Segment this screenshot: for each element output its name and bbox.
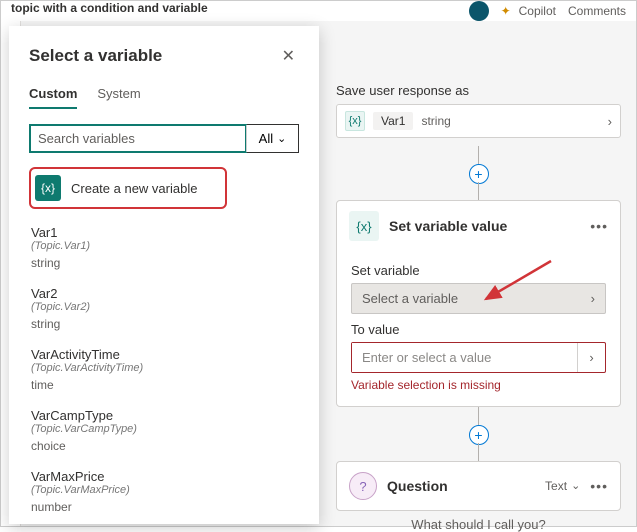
var-path: (Topic.VarMaxPrice): [31, 484, 297, 496]
var-name: Var2: [31, 286, 297, 301]
copilot-button[interactable]: Copilot: [501, 4, 556, 18]
variable-icon: {x}: [35, 175, 61, 201]
chevron-down-icon: [277, 131, 286, 146]
filter-all-dropdown[interactable]: All: [246, 125, 298, 152]
node-title: Question: [387, 478, 535, 494]
chevron-down-icon: [571, 479, 580, 493]
set-variable-node: {x} Set variable value ••• Set variable …: [336, 200, 621, 407]
to-value-picker[interactable]: ›: [577, 343, 605, 372]
var-path: (Topic.Var2): [31, 301, 297, 313]
variable-list-item[interactable]: Var1(Topic.Var1) string: [29, 219, 299, 280]
node-title: Set variable value: [389, 218, 580, 234]
var-type: string: [31, 317, 297, 331]
response-type-dropdown[interactable]: Text: [545, 479, 580, 493]
save-response-label: Save user response as: [336, 83, 621, 98]
close-button[interactable]: ✕: [278, 44, 299, 68]
to-value-input[interactable]: [352, 343, 577, 372]
panel-title: Select a variable: [29, 46, 162, 66]
tab-custom[interactable]: Custom: [29, 86, 77, 109]
tab-system[interactable]: System: [97, 86, 140, 109]
variable-list-item[interactable]: VarMaxPrice(Topic.VarMaxPrice) number: [29, 463, 299, 524]
search-input[interactable]: [30, 125, 246, 152]
var-type: time: [31, 378, 297, 392]
node-more-button[interactable]: •••: [590, 478, 608, 494]
node-more-button[interactable]: •••: [590, 218, 608, 234]
comments-button[interactable]: Comments: [568, 4, 626, 18]
variable-list-item[interactable]: Var2(Topic.Var2) string: [29, 280, 299, 341]
variable-list-item[interactable]: VarActivityTime(Topic.VarActivityTime) ti…: [29, 341, 299, 402]
variable-list-item[interactable]: VarCampType(Topic.VarCampType) choice: [29, 402, 299, 463]
variable-picker-panel: Select a variable ✕ Custom System All {x…: [9, 26, 319, 524]
var-name: VarCampType: [31, 408, 297, 423]
output-var-name: Var1: [373, 112, 413, 130]
to-value-label: To value: [351, 322, 606, 337]
set-variable-label: Set variable: [351, 263, 606, 278]
create-variable-button[interactable]: {x} Create a new variable: [29, 167, 227, 209]
variable-icon: {x}: [345, 111, 365, 131]
save-response-output[interactable]: {x} Var1 string ›: [336, 104, 621, 138]
var-name: Var1: [31, 225, 297, 240]
sparkle-icon: [501, 4, 515, 18]
var-path: (Topic.Var1): [31, 240, 297, 252]
var-type: number: [31, 500, 297, 514]
var-type: choice: [31, 439, 297, 453]
breadcrumb: topic with a condition and variable: [11, 1, 208, 15]
question-icon: ?: [349, 472, 377, 500]
validation-error: Variable selection is missing: [351, 378, 606, 392]
chevron-right-icon: ›: [591, 291, 595, 306]
add-node-button[interactable]: +: [469, 164, 489, 184]
avatar[interactable]: [469, 1, 489, 21]
var-path: (Topic.VarActivityTime): [31, 362, 297, 374]
var-name: VarActivityTime: [31, 347, 297, 362]
output-var-type: string: [421, 114, 450, 128]
add-node-button[interactable]: +: [469, 425, 489, 445]
variable-icon: {x}: [349, 211, 379, 241]
var-path: (Topic.VarCampType): [31, 423, 297, 435]
var-name: VarMaxPrice: [31, 469, 297, 484]
chevron-right-icon: ›: [608, 114, 612, 129]
question-prompt: What should I call you?: [336, 517, 621, 532]
question-node[interactable]: ? Question Text •••: [336, 461, 621, 511]
select-variable-picker[interactable]: Select a variable ›: [351, 283, 606, 314]
var-type: string: [31, 256, 297, 270]
